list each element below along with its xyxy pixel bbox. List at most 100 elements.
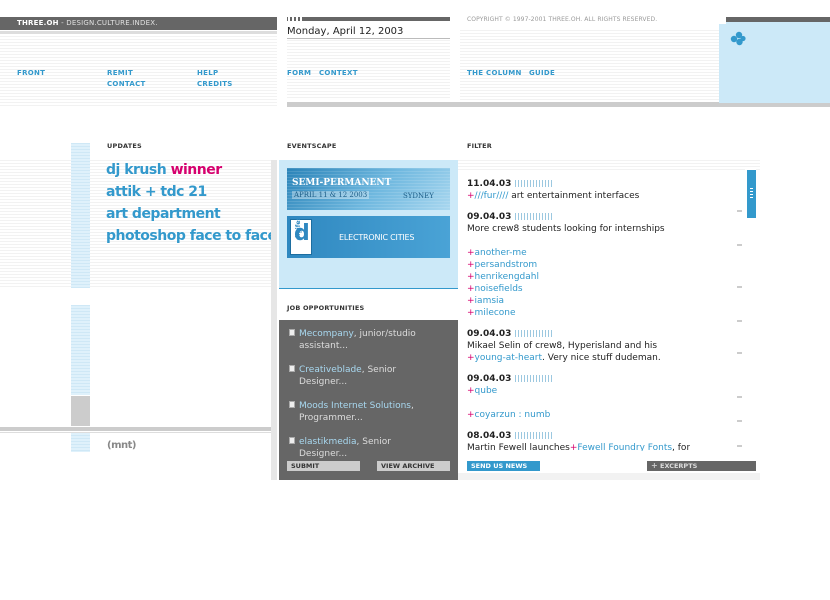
filter-link[interactable]: coyarzun : numb (475, 410, 551, 420)
updates-label: UPDATES (107, 142, 142, 150)
corner-notch (719, 17, 726, 24)
filter-entry-date: 11.04.03 (467, 178, 554, 190)
excerpts-button[interactable]: + EXCERPTS (647, 461, 756, 471)
job-item[interactable]: Moods Internet Solutions, Programmer... (289, 400, 439, 424)
filter-link[interactable]: persandstrom (475, 260, 538, 270)
filter-entry: Martin Fewell launches+Fewell Foundry Fo… (467, 442, 690, 451)
job-item[interactable]: elastikmedia, Senior Designer... (289, 436, 439, 460)
nav-credits[interactable]: CREDITS (197, 80, 233, 88)
corner-bar (719, 17, 830, 22)
nav-form[interactable]: FORM (287, 69, 311, 77)
scroll-tick (737, 286, 742, 288)
view-archive-button[interactable]: VIEW ARCHIVE (377, 461, 450, 471)
filter-link[interactable]: henrikengdahl (475, 272, 539, 282)
filter-link[interactable]: noisefields (475, 284, 523, 294)
filter-entry-date: 09.04.03 (467, 373, 554, 385)
filter-link-row[interactable]: +coyarzun : numb (467, 409, 550, 421)
filter-entry-date: 09.04.03 (467, 211, 554, 223)
job-item[interactable]: Mecompany, junior/studio assistant... (289, 328, 439, 352)
update-item[interactable]: photoshop face to face (106, 228, 277, 244)
update-item[interactable]: attik + tdc 21 (106, 184, 207, 200)
left-column-strip (71, 143, 90, 288)
date-text: Monday, April 12, 2003 (287, 26, 404, 37)
document-icon (289, 329, 295, 336)
semi-permanent-banner[interactable]: SEMI-PERMANENT APRIL 11 & 12 2003 SYDNEY (287, 168, 450, 210)
job-company: Moods Internet Solutions (299, 401, 411, 411)
filter-entry-date: 09.04.03 (467, 328, 554, 340)
filter-link-row[interactable]: +noisefields (467, 283, 523, 295)
date-underline (287, 38, 450, 39)
filter-entry-date: 08.04.03 (467, 430, 554, 442)
nav-the-column[interactable]: THE COLUMN (467, 69, 522, 77)
nav-guide[interactable]: GUIDE (529, 69, 555, 77)
date-bar-graphic (515, 375, 554, 382)
footer-logo: (mnt) (107, 440, 136, 451)
plus-marker: + (467, 191, 475, 201)
middle-divider (271, 160, 277, 480)
semi-dates: APRIL 11 & 12 2003 (292, 191, 370, 199)
filter-link[interactable]: young-at-heart (475, 353, 542, 363)
filter-link-row[interactable]: +persandstrom (467, 259, 537, 271)
brand-tagline: - DESIGN.CULTURE.INDEX. (58, 19, 158, 27)
date-bar-graphic (515, 180, 554, 187)
filter-link-row[interactable]: +iamsia (467, 295, 504, 307)
submit-button[interactable]: SUBMIT (287, 461, 360, 471)
date-bar-graphic (515, 330, 554, 337)
entry-text: Martin Fewell launches (467, 443, 570, 451)
digifest-logo-word: digifest (295, 216, 302, 240)
date-bar (287, 17, 450, 21)
semi-title: SEMI-PERMANENT (292, 178, 392, 188)
scroll-tick (737, 445, 742, 447)
plus-marker: + (467, 272, 475, 282)
plus-marker: + (467, 284, 475, 294)
updates-panel (0, 160, 277, 288)
scroll-tick (737, 352, 742, 354)
entry-date: 09.04.03 (467, 212, 512, 222)
nav-front[interactable]: FRONT (17, 69, 45, 77)
nav-context[interactable]: CONTEXT (319, 69, 358, 77)
scrollbar-thumb[interactable] (747, 170, 756, 218)
filter-link[interactable]: Fewell Foundry Fonts (577, 443, 672, 451)
nav-remit[interactable]: REMIT (107, 69, 133, 77)
filter-link-row[interactable]: +qube (467, 385, 497, 397)
header-underline (0, 31, 277, 34)
left-column-gray-block (71, 396, 90, 426)
date-bar-graphic (515, 432, 554, 439)
plus-marker: + (467, 308, 475, 318)
entry-text: . Very nice stuff dudeman. (542, 353, 661, 363)
document-icon (289, 401, 295, 408)
send-news-button[interactable]: SEND US NEWS (467, 461, 540, 471)
filter-link[interactable]: another-me (475, 248, 527, 258)
digifest-banner[interactable]: d digifest ELECTRONIC CITIES (287, 216, 450, 258)
plus-marker: + (467, 410, 475, 420)
filter-link-row[interactable]: +another-me (467, 247, 527, 259)
scroll-tick (737, 420, 742, 422)
filter-link[interactable]: iamsia (475, 296, 505, 306)
filter-link[interactable]: ///fur//// (475, 191, 509, 201)
plus-marker: + (467, 296, 475, 306)
plus-marker: + (467, 248, 475, 258)
scroll-tick (737, 396, 742, 398)
left-bottom-rule-thin (0, 432, 277, 433)
document-icon (289, 365, 295, 372)
job-item[interactable]: Creativeblade, Senior Designer... (289, 364, 439, 388)
date-bar-graphic (515, 213, 554, 220)
update-highlight: winner (170, 162, 223, 178)
plus-marker: + (467, 386, 475, 396)
date-dots (288, 17, 304, 21)
scrollbar-grip (750, 188, 753, 200)
entry-date: 08.04.03 (467, 431, 512, 441)
update-item[interactable]: dj krush winner (106, 162, 222, 178)
filter-link-row[interactable]: +henrikengdahl (467, 271, 539, 283)
filter-link[interactable]: milecone (475, 308, 516, 318)
job-opportunities-label: JOB OPPORTUNITIES (287, 304, 365, 312)
update-item[interactable]: art department (106, 206, 221, 222)
nav-contact[interactable]: CONTACT (107, 80, 146, 88)
nav-help[interactable]: HELP (197, 69, 218, 77)
scroll-tick (737, 320, 742, 322)
eventscape-label: EVENTSCAPE (287, 142, 337, 150)
filter-link[interactable]: qube (475, 386, 498, 396)
scroll-tick (737, 244, 742, 246)
filter-link-row[interactable]: +milecone (467, 307, 516, 319)
scroll-tick (737, 210, 742, 212)
